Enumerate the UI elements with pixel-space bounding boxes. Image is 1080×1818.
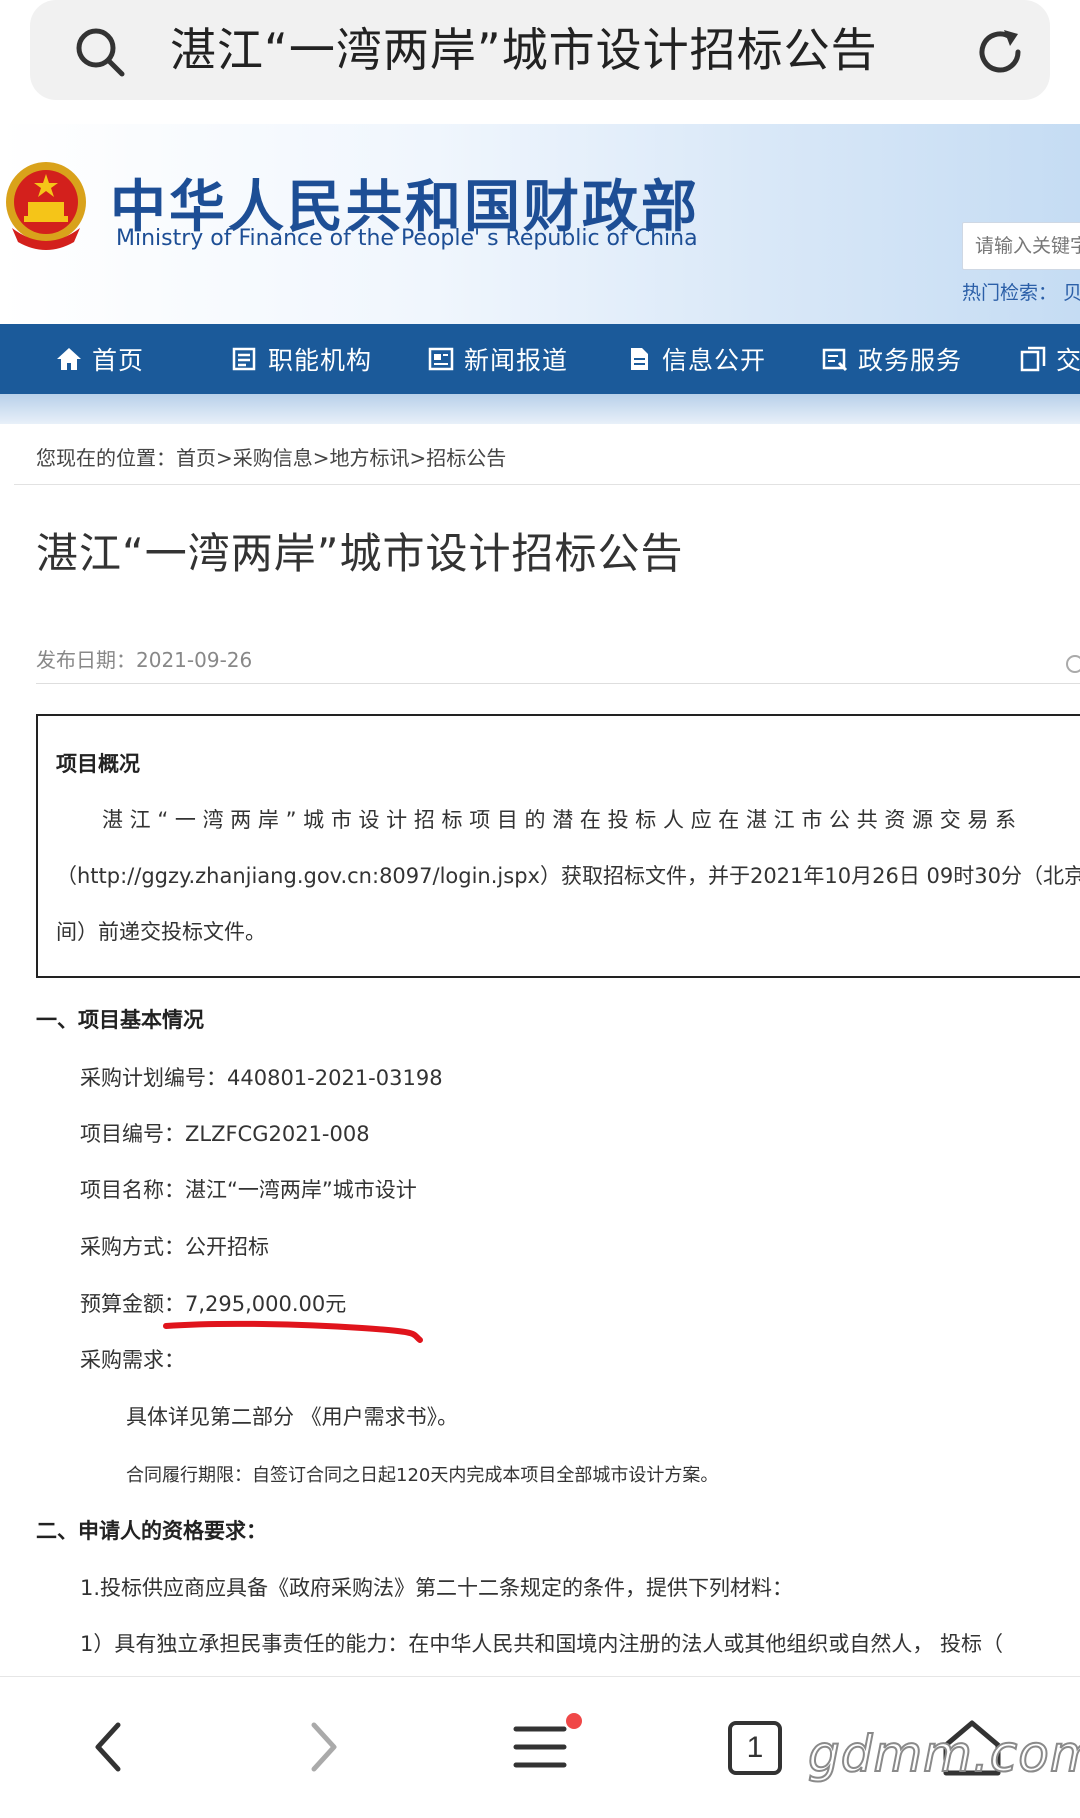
publish-date: 发布日期：2021-09-26 bbox=[36, 648, 253, 672]
requirement-label: 采购需求： bbox=[80, 1348, 185, 1372]
divider bbox=[36, 683, 1080, 684]
section-heading-basic-info: 一、项目基本情况 bbox=[36, 1008, 204, 1032]
document-icon bbox=[626, 346, 652, 372]
site-subtitle: Ministry of Finance of the People' s Rep… bbox=[116, 226, 698, 251]
menu-icon bbox=[513, 1726, 567, 1768]
divider bbox=[14, 484, 1080, 485]
project-summary-box: 项目概况 湛 江 “ 一 湾 两 岸 ” 城 市 设 计 招 标 项 目 的 潜… bbox=[36, 714, 1080, 978]
summary-line: （http://ggzy.zhanjiang.gov.cn:8097/login… bbox=[56, 864, 1080, 888]
contract-period: 合同履行期限：自签订合同之日起120天内完成本项目全部城市设计方案。 bbox=[126, 1465, 719, 1486]
qualification-item: 1.投标供应商应具备《政府采购法》第二十二条规定的条件，提供下列材料： bbox=[80, 1576, 794, 1600]
red-underline-annotation bbox=[163, 1320, 423, 1343]
hot-search-label[interactable]: 热门检索： 贝 bbox=[962, 278, 1080, 305]
nav-departments[interactable]: 职能机构 bbox=[232, 324, 372, 394]
chevron-left-icon bbox=[95, 1722, 121, 1772]
browser-top-bar: 湛江“一湾两岸”城市设计招标公告 bbox=[0, 0, 1080, 120]
address-text[interactable]: 湛江“一湾两岸”城市设计招标公告 bbox=[170, 22, 878, 78]
section-heading-qualification: 二、申请人的资格要求： bbox=[36, 1519, 267, 1543]
project-number: 项目编号：ZLZFCG2021-008 bbox=[80, 1122, 370, 1146]
national-emblem-icon bbox=[2, 158, 90, 252]
forward-button[interactable] bbox=[284, 1707, 364, 1787]
watermark: gdmm.com bbox=[807, 1724, 1080, 1784]
summary-line: 湛 江 “ 一 湾 两 岸 ” 城 市 设 计 招 标 项 目 的 潜 在 投 … bbox=[102, 808, 1017, 832]
notification-dot bbox=[566, 1713, 582, 1729]
site-search-input[interactable]: 请输入关键字 bbox=[962, 222, 1080, 270]
main-nav: 首页 职能机构 新闻报道 信息公开 政务服务 交 bbox=[0, 324, 1080, 394]
circle-icon bbox=[1066, 655, 1080, 673]
nav-home[interactable]: 首页 bbox=[56, 324, 144, 394]
list-icon bbox=[232, 346, 258, 372]
nav-label: 职能机构 bbox=[268, 346, 373, 375]
reload-icon[interactable] bbox=[972, 24, 1028, 80]
plan-number: 采购计划编号：440801-2021-03198 bbox=[80, 1066, 443, 1090]
qualification-subitem: 1）具有独立承担民事责任的能力：在中华人民共和国境内注册的法人或其他组织或自然人… bbox=[80, 1632, 1004, 1656]
chevron-right-icon bbox=[311, 1722, 337, 1772]
nav-info-disclosure[interactable]: 信息公开 bbox=[626, 324, 766, 394]
nav-gov-services[interactable]: 政务服务 bbox=[822, 324, 962, 394]
breadcrumb[interactable]: 您现在的位置：首页>采购信息>地方标讯>招标公告 bbox=[36, 442, 506, 471]
summary-line: 间）前递交投标文件。 bbox=[56, 920, 266, 944]
budget-amount: 预算金额：7,295,000.00元 bbox=[80, 1292, 347, 1316]
browser-bottom-bar: 1 gdmm.com bbox=[0, 1676, 1080, 1818]
nav-label: 政务服务 bbox=[858, 346, 963, 375]
exchange-icon bbox=[1020, 346, 1046, 372]
summary-heading: 项目概况 bbox=[56, 752, 140, 776]
project-name: 项目名称：湛江“一湾两岸”城市设计 bbox=[80, 1178, 417, 1202]
nav-exchange[interactable]: 交 bbox=[1020, 324, 1080, 394]
nav-label: 交 bbox=[1056, 346, 1080, 375]
article-title: 湛江“一湾两岸”城市设计招标公告 bbox=[36, 529, 684, 578]
nav-label: 信息公开 bbox=[662, 346, 767, 375]
site-header: 中华人民共和国财政部 Ministry of Finance of the Pe… bbox=[0, 124, 1080, 324]
nav-label: 首页 bbox=[92, 346, 145, 375]
requirement-detail: 具体详见第二部分 《用户需求书》。 bbox=[126, 1405, 459, 1429]
nav-shadow bbox=[0, 394, 1080, 424]
search-icon[interactable] bbox=[72, 24, 128, 80]
news-icon bbox=[428, 346, 454, 372]
tabs-button[interactable]: 1 bbox=[728, 1721, 782, 1775]
service-icon bbox=[822, 346, 848, 372]
address-bar[interactable]: 湛江“一湾两岸”城市设计招标公告 bbox=[30, 0, 1050, 100]
back-button[interactable] bbox=[68, 1707, 148, 1787]
procurement-method: 采购方式：公开招标 bbox=[80, 1235, 269, 1259]
nav-label: 新闻报道 bbox=[464, 346, 569, 375]
nav-news[interactable]: 新闻报道 bbox=[428, 324, 568, 394]
home-icon bbox=[56, 346, 82, 372]
